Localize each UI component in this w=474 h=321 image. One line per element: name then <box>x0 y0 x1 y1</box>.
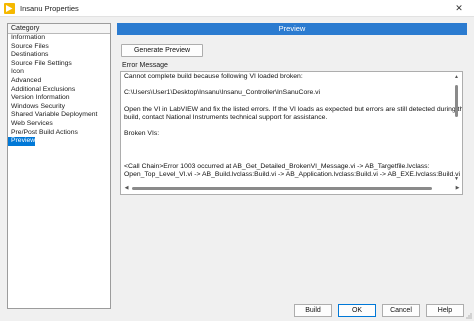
scroll-up-icon[interactable]: ▲ <box>452 73 461 81</box>
build-button[interactable]: Build <box>294 304 332 317</box>
labview-app-icon <box>4 2 15 14</box>
category-header: Category <box>8 24 110 34</box>
category-item-information[interactable]: Information <box>8 34 110 43</box>
scroll-right-icon[interactable]: ▶ <box>453 184 462 192</box>
category-item-preview[interactable]: Preview <box>8 137 35 146</box>
category-item-pre-post-build-actions[interactable]: Pre/Post Build Actions <box>8 129 110 138</box>
horizontal-scroll-thumb[interactable] <box>132 187 432 190</box>
error-message-line: build, contact National Instruments tech… <box>124 113 328 121</box>
category-item-source-files[interactable]: Source Files <box>8 43 110 52</box>
close-button[interactable]: ✕ <box>444 0 474 17</box>
category-item-destinations[interactable]: Destinations <box>8 51 110 60</box>
window-title: Insanu Properties <box>20 3 79 13</box>
window-controls: ✕ <box>444 0 474 17</box>
error-message-textbox[interactable]: Cannot complete build because following … <box>120 71 463 195</box>
category-item-source-file-settings[interactable]: Source File Settings <box>8 60 110 69</box>
category-item-windows-security[interactable]: Windows Security <box>8 103 110 112</box>
category-panel: Category Information Source Files Destin… <box>7 23 111 309</box>
error-message-text: Cannot complete build because following … <box>124 73 463 179</box>
dialog-button-bar: Build OK Cancel Help <box>0 302 474 321</box>
scroll-left-icon[interactable]: ◀ <box>122 184 131 192</box>
help-button[interactable]: Help <box>426 304 464 317</box>
resize-grip-icon[interactable] <box>464 311 472 319</box>
category-item-additional-exclusions[interactable]: Additional Exclusions <box>8 86 110 95</box>
title-bar: Insanu Properties ✕ <box>0 0 474 17</box>
category-item-version-information[interactable]: Version Information <box>8 94 110 103</box>
close-icon: ✕ <box>455 3 463 13</box>
horizontal-scrollbar[interactable]: ◀ ▶ <box>122 183 462 193</box>
generate-preview-button[interactable]: Generate Preview <box>121 44 203 57</box>
category-item-advanced[interactable]: Advanced <box>8 77 110 86</box>
error-message-line <box>124 155 454 163</box>
error-message-line: Broken VIs: <box>124 130 160 138</box>
error-message-line: C:\Users\User1\Desktop\Insanu\Insanu_Con… <box>124 89 321 97</box>
error-message-line <box>124 98 454 106</box>
dialog-body: Category Information Source Files Destin… <box>0 17 474 321</box>
preview-page: Preview Generate Preview Error Message C… <box>117 23 467 309</box>
category-item-shared-variable-deployment[interactable]: Shared Variable Deployment <box>8 111 110 120</box>
vertical-scroll-thumb[interactable] <box>455 85 458 117</box>
error-message-line: Cannot complete build because following … <box>124 73 303 80</box>
scroll-down-icon[interactable]: ▼ <box>452 175 461 183</box>
cancel-button[interactable]: Cancel <box>382 304 420 317</box>
category-item-web-services[interactable]: Web Services <box>8 120 110 129</box>
vertical-scrollbar[interactable]: ▲ ▼ <box>452 73 461 183</box>
error-message-line: <Call Chain>Error 1003 occurred at AB_Ge… <box>124 163 430 171</box>
error-message-line: Open the VI in LabVIEW and fix the liste… <box>124 105 463 113</box>
error-message-label: Error Message <box>122 62 168 69</box>
error-message-line <box>124 122 454 130</box>
category-item-icon[interactable]: Icon <box>8 68 110 77</box>
error-message-line <box>124 147 454 155</box>
error-message-line <box>124 139 454 147</box>
error-message-line <box>124 81 454 89</box>
page-title: Preview <box>117 23 467 35</box>
ok-button[interactable]: OK <box>338 304 376 317</box>
category-list: Information Source Files Destinations So… <box>8 34 110 146</box>
error-message-line: Open_Top_Level_VI.vi -> AB_Build.lvclass… <box>124 171 461 179</box>
